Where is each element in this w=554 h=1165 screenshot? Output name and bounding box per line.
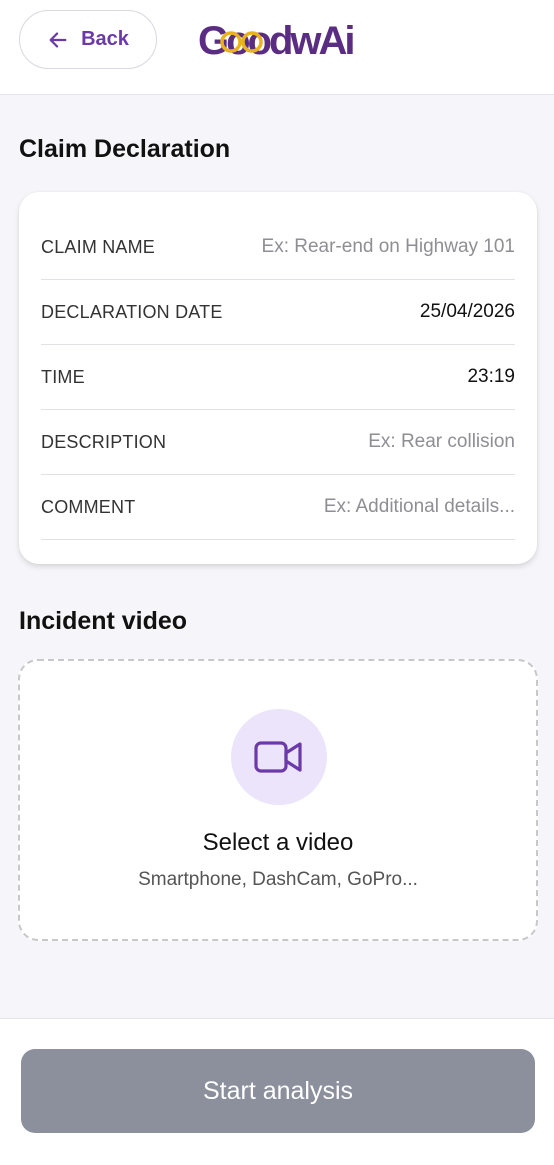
declaration-date-label: DECLARATION DATE bbox=[41, 301, 223, 322]
description-field[interactable]: DESCRIPTION Ex: Rear collision bbox=[41, 410, 515, 475]
back-button[interactable]: Back bbox=[19, 10, 157, 69]
video-camera-icon bbox=[254, 741, 302, 773]
select-video-label: Select a video bbox=[202, 829, 354, 856]
declaration-date-field[interactable]: DECLARATION DATE 25/04/2026 bbox=[41, 280, 515, 345]
claim-name-field[interactable]: CLAIM NAME Ex: Rear-end on Highway 101 bbox=[41, 215, 515, 280]
video-sources-hint: Smartphone, DashCam, GoPro... bbox=[138, 869, 418, 890]
video-section-title: Incident video bbox=[19, 607, 188, 635]
goodwai-logo: GoodwAi bbox=[198, 19, 356, 62]
claim-name-label: CLAIM NAME bbox=[41, 236, 156, 257]
comment-input[interactable]: Ex: Additional details... bbox=[324, 496, 515, 518]
claim-name-input[interactable]: Ex: Rear-end on Highway 101 bbox=[262, 236, 515, 258]
claim-section-title: Claim Declaration bbox=[19, 135, 231, 163]
declaration-date-input[interactable]: 25/04/2026 bbox=[420, 301, 515, 323]
video-dropzone[interactable]: Select a video Smartphone, DashCam, GoPr… bbox=[18, 659, 538, 941]
start-analysis-button[interactable]: Start analysis bbox=[21, 1049, 535, 1133]
description-input[interactable]: Ex: Rear collision bbox=[368, 431, 515, 453]
comment-field[interactable]: COMMENT Ex: Additional details... bbox=[41, 475, 515, 540]
arrow-left-icon bbox=[49, 31, 67, 48]
video-icon-badge bbox=[231, 709, 327, 805]
time-input[interactable]: 23:19 bbox=[467, 366, 515, 388]
top-bar: Back GoodwAi bbox=[0, 0, 554, 95]
time-label: TIME bbox=[41, 366, 85, 387]
bottom-bar: Start analysis bbox=[0, 1018, 554, 1165]
description-label: DESCRIPTION bbox=[41, 431, 167, 452]
back-button-label: Back bbox=[81, 28, 129, 50]
comment-label: COMMENT bbox=[41, 496, 136, 517]
claim-form-card: CLAIM NAME Ex: Rear-end on Highway 101 D… bbox=[19, 192, 537, 564]
time-field[interactable]: TIME 23:19 bbox=[41, 345, 515, 410]
